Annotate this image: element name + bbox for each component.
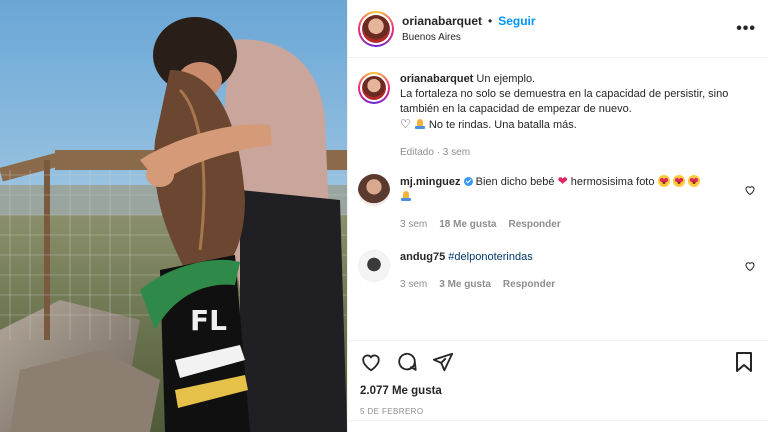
- caption-username[interactable]: orianabarquet: [400, 73, 473, 85]
- caption: orianabarquet Un ejemplo. La fortaleza n…: [358, 72, 756, 160]
- add-comment-area[interactable]: [348, 420, 768, 432]
- post-actions: 2.077 Me gusta 5 DE FEBRERO: [348, 340, 768, 432]
- caption-line1: Un ejemplo.: [476, 73, 536, 85]
- comment-text-2: hermosisima foto: [570, 176, 655, 188]
- comment-likes[interactable]: 18 Me gusta: [439, 217, 496, 232]
- caption-line3: No te rindas. Una batalla más.: [428, 119, 577, 131]
- comment-bubble-icon[interactable]: [396, 351, 418, 373]
- comments-list: orianabarquet Un ejemplo. La fortaleza n…: [348, 58, 768, 340]
- caption-line2: La fortaleza no solo se demuestra en la …: [400, 88, 729, 115]
- comment-time: 3 sem: [400, 219, 428, 230]
- svg-text:FL: FL: [190, 304, 227, 337]
- pray-emoji-icon: [400, 190, 412, 202]
- hashtag-link[interactable]: #delponoterindas: [448, 251, 532, 263]
- separator-dot: •: [488, 14, 493, 28]
- commenter-avatar[interactable]: [358, 174, 390, 206]
- comment-item: mj.minguez Bien dicho bebé ❤ hermosisima…: [358, 174, 756, 232]
- commenter-avatar[interactable]: [358, 250, 390, 282]
- comment-likes[interactable]: 3 Me gusta: [439, 277, 491, 292]
- author-avatar[interactable]: [358, 10, 394, 47]
- comment-username[interactable]: andug75: [400, 251, 445, 263]
- pray-emoji-icon: [414, 118, 426, 130]
- save-bookmark-icon[interactable]: [734, 351, 754, 373]
- like-heart-icon[interactable]: [360, 351, 382, 373]
- likes-count[interactable]: 2.077 Me gusta: [360, 385, 754, 397]
- post-location[interactable]: Buenos Aires: [402, 32, 536, 43]
- star-struck-emoji-icon: [672, 175, 685, 187]
- caption-time: Editado · 3 sem: [400, 147, 471, 158]
- author-username[interactable]: orianabarquet: [402, 14, 482, 28]
- red-heart-emoji-icon: ❤: [557, 174, 568, 188]
- post-date: 5 DE FEBRERO: [360, 407, 424, 416]
- comment-time: 3 sem: [400, 279, 428, 290]
- post-header: orianabarquet • Seguir Buenos Aires •••: [348, 0, 768, 58]
- like-comment-heart-icon[interactable]: [744, 260, 756, 272]
- star-struck-emoji-icon: [687, 175, 700, 187]
- post-photo[interactable]: FL: [0, 0, 347, 432]
- reply-button[interactable]: Responder: [503, 277, 555, 292]
- instagram-post: FL orianabarquet • Seguir Buenos Aires •…: [0, 0, 768, 432]
- share-paper-plane-icon[interactable]: [432, 351, 454, 373]
- comment-item: andug75 #delponoterindas 3 sem 3 Me gust…: [358, 250, 756, 292]
- more-options-icon[interactable]: •••: [736, 20, 756, 38]
- follow-button[interactable]: Seguir: [498, 14, 535, 28]
- caption-avatar[interactable]: [358, 72, 390, 104]
- white-heart-icon: ♡: [400, 117, 411, 131]
- comment-username[interactable]: mj.minguez: [400, 176, 461, 188]
- star-struck-emoji-icon: [657, 175, 670, 187]
- reply-button[interactable]: Responder: [508, 217, 560, 232]
- comment-text: Bien dicho bebé: [475, 176, 555, 188]
- like-comment-heart-icon[interactable]: [744, 184, 756, 196]
- verified-badge-icon: [463, 177, 473, 186]
- post-panel: orianabarquet • Seguir Buenos Aires ••• …: [347, 0, 768, 432]
